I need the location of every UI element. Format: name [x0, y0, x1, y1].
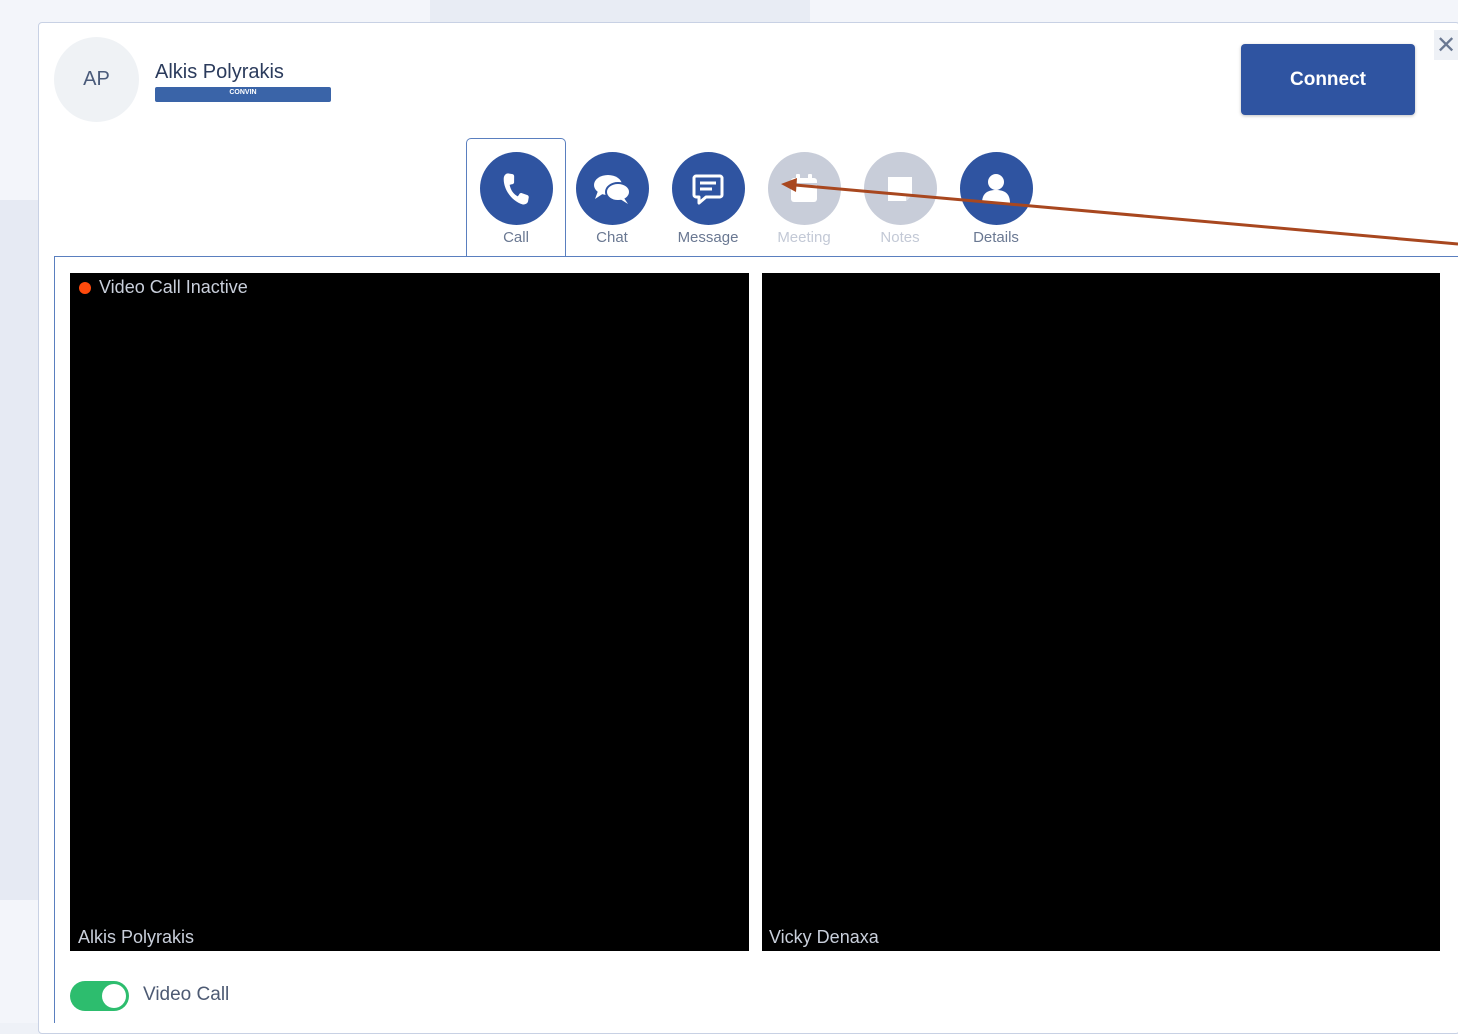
local-participant-name: Alkis Polyrakis	[78, 927, 195, 947]
contact-name: Alkis Polyrakis	[155, 61, 284, 83]
tab-message[interactable]: Message	[660, 152, 756, 252]
phone-icon	[479, 152, 553, 225]
tab-chat[interactable]: Chat	[564, 152, 660, 252]
tab-details-label: Details	[973, 229, 1019, 246]
tab-notes[interactable]: Notes	[852, 152, 948, 252]
tab-notes-label: Notes	[880, 229, 920, 246]
remote-participant-name: Vicky Denaxa	[769, 927, 879, 947]
close-icon[interactable]: ✕	[1434, 30, 1458, 60]
calendar-icon	[767, 152, 841, 225]
video-call-toggle-label: Video Call	[143, 984, 230, 1005]
local-video	[70, 273, 749, 951]
video-status-text: Video Call Inactive	[99, 277, 248, 297]
tab-call[interactable]: Call	[468, 152, 564, 252]
status-dot-icon	[79, 281, 91, 294]
toggle-knob	[102, 984, 126, 1008]
company-badge: CONVIN	[155, 87, 331, 102]
tab-details[interactable]: Details	[948, 152, 1044, 252]
chat-bubbles-icon	[575, 152, 649, 225]
tab-meeting-label: Meeting	[777, 229, 831, 246]
avatar: AP	[54, 37, 139, 122]
tab-call-label: Call	[503, 229, 529, 246]
video-status: Video Call Inactive	[79, 277, 248, 298]
user-icon	[959, 152, 1033, 225]
message-icon	[671, 152, 745, 225]
video-call-toggle[interactable]	[70, 981, 129, 1011]
avatar-initials: AP	[83, 68, 110, 90]
notes-icon	[863, 152, 937, 225]
tab-meeting[interactable]: Meeting	[756, 152, 852, 252]
connect-button[interactable]: Connect	[1241, 44, 1415, 115]
tab-chat-label: Chat	[596, 229, 628, 246]
tab-message-label: Message	[677, 229, 739, 246]
remote-video	[762, 273, 1440, 951]
